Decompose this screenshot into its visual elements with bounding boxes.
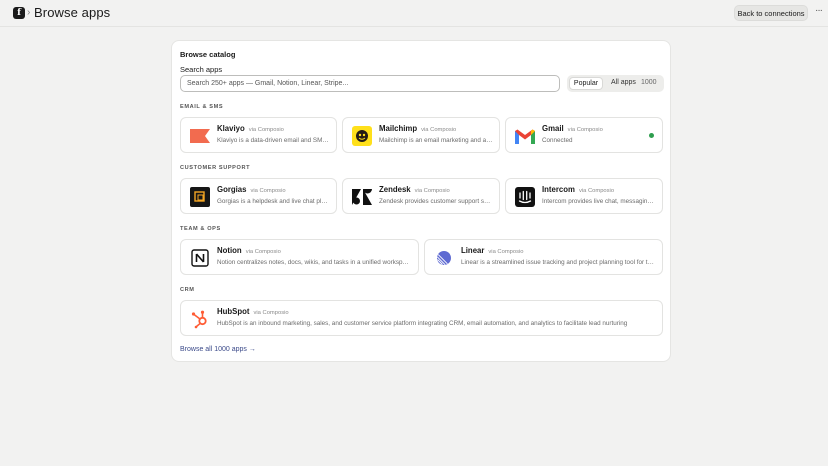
more-options-icon[interactable]: ··· (815, 5, 823, 16)
section-title-customer-support: CUSTOMER SUPPORT (180, 165, 251, 171)
app-description: HubSpot is an inbound marketing, sales, … (217, 320, 628, 327)
all-apps-count: 1000 (641, 79, 657, 86)
app-source: via Composio (253, 310, 289, 316)
app-description: Mailchimp is an email marketing and auto… (379, 137, 493, 144)
app-source: via Composio (245, 249, 281, 255)
breadcrumb-separator: › (27, 7, 31, 18)
app-card-linear[interactable]: Linear via Composio Linear is a streamlin… (424, 239, 663, 275)
app-card-gorgias[interactable]: Gorgias via Composio Gorgias is a helpdes… (180, 178, 337, 214)
app-description: Klaviyo is a data-driven email and SMS m… (217, 137, 329, 144)
app-name: Gorgias (217, 185, 247, 194)
app-name: Linear (461, 246, 485, 255)
app-card-zendesk[interactable]: Zendesk via Composio Zendesk provides cus… (342, 178, 500, 214)
klaviyo-flag-icon (190, 126, 210, 146)
linear-icon (434, 248, 454, 268)
mailchimp-icon (352, 126, 372, 146)
app-description: Notion centralizes notes, docs, wikis, a… (217, 259, 412, 266)
gmail-icon (515, 126, 535, 146)
app-name: HubSpot (217, 307, 250, 316)
section-title-email-sms: EMAIL & SMS (180, 104, 224, 110)
app-card-gmail[interactable]: Gmail via Composio Connected (505, 117, 663, 153)
app-card-klaviyo[interactable]: Klaviyo via Composio Klaviyo is a data-dr… (180, 117, 337, 153)
header-divider (0, 26, 828, 27)
app-name: Gmail (542, 124, 564, 133)
section-title-crm: CRM (180, 287, 195, 293)
search-input[interactable]: Search 250+ apps — Gmail, Notion, Linear… (180, 75, 560, 92)
connection-status: Connected (542, 137, 573, 144)
search-label: Search apps (180, 65, 223, 74)
app-name: Zendesk (379, 185, 411, 194)
filter-all-apps-tab[interactable]: All apps (611, 79, 636, 86)
app-card-notion[interactable]: Notion via Composio Notion centralizes no… (180, 239, 419, 275)
app-description: Zendesk provides customer support softwa… (379, 198, 493, 205)
browse-catalog-card: Browse catalog Search apps Search 250+ a… (171, 40, 671, 362)
section-title-team-ops: TEAM & OPS (180, 226, 221, 232)
gorgias-icon (190, 187, 210, 207)
zendesk-icon (352, 187, 372, 207)
app-description: Gorgias is a helpdesk and live chat plat… (217, 198, 329, 205)
page-title: Browse apps (34, 5, 111, 20)
app-name: Mailchimp (379, 124, 418, 133)
browse-all-apps-link[interactable]: Browse all 1000 apps → (180, 346, 256, 353)
intercom-icon (515, 187, 535, 207)
top-bar: f › Browse apps Back to connections ··· (0, 0, 828, 26)
app-source: via Composio (421, 127, 457, 133)
app-description: Linear is a streamlined issue tracking a… (461, 259, 656, 266)
filter-popular-tab[interactable]: Popular (569, 77, 603, 90)
app-source: via Composio (414, 188, 450, 194)
app-name: Notion (217, 246, 242, 255)
app-card-mailchimp[interactable]: Mailchimp via Composio Mailchimp is an em… (342, 117, 500, 153)
app-source: via Composio (567, 127, 603, 133)
app-source: via Composio (248, 127, 284, 133)
catalog-title: Browse catalog (180, 50, 236, 59)
app-description: Intercom provides live chat, messaging a… (542, 198, 656, 205)
connected-status-dot (649, 133, 654, 138)
app-source: via Composio (488, 249, 524, 255)
app-card-hubspot[interactable]: HubSpot via Composio HubSpot is an inboun… (180, 300, 663, 336)
app-name: Klaviyo (217, 124, 245, 133)
filter-toggle: Popular All apps 1000 (567, 75, 664, 92)
app-name: Intercom (542, 185, 575, 194)
notion-icon (190, 248, 210, 268)
back-to-connections-button[interactable]: Back to connections (734, 5, 808, 21)
app-source: via Composio (250, 188, 286, 194)
app-source: via Composio (578, 188, 615, 194)
app-card-intercom[interactable]: Intercom via Composio Intercom provides l… (505, 178, 663, 214)
app-logo-icon[interactable]: f (13, 7, 25, 19)
hubspot-icon (190, 309, 210, 329)
